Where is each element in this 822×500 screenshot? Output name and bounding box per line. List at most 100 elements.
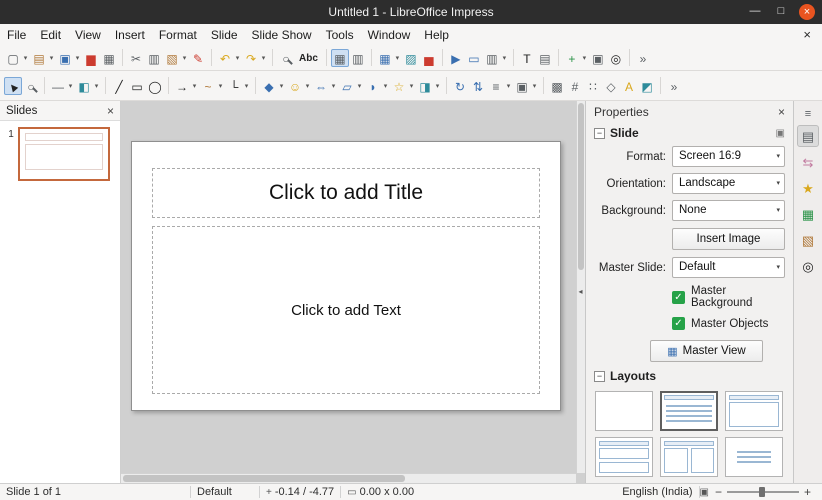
display-views-icon[interactable]: ▥	[483, 49, 501, 67]
new-document-dropdown-icon[interactable]: ▾	[21, 54, 30, 62]
curve-dropdown-icon[interactable]: ▾	[216, 82, 225, 90]
redo-dropdown-icon[interactable]: ▾	[259, 54, 268, 62]
toggle-extrusion-icon[interactable]: ◩	[638, 77, 656, 95]
navigator-deck-icon[interactable]: ◎	[797, 255, 819, 277]
glue-points-icon[interactable]: ◇	[602, 77, 620, 95]
text-placeholder[interactable]: Click to add Text	[152, 226, 540, 394]
insert-image-icon[interactable]: ▨	[402, 49, 420, 67]
connector-dropdown-icon[interactable]: ▾	[242, 82, 251, 90]
display-grid-icon[interactable]: ▦	[331, 49, 349, 67]
menu-edit[interactable]: Edit	[33, 25, 68, 45]
sidebar-collapse-icon[interactable]: ◂	[576, 281, 585, 303]
navigator-icon[interactable]: ◎	[607, 49, 625, 67]
undo-icon[interactable]: ↶	[216, 49, 234, 67]
new-document-icon[interactable]: ▢	[4, 49, 22, 67]
insert-image-button[interactable]: Insert Image	[672, 228, 785, 250]
zoom-slider[interactable]	[727, 491, 799, 493]
align-objects-icon[interactable]: ≡	[487, 77, 505, 95]
insert-chart-icon[interactable]: ▅	[420, 49, 438, 67]
slide-dialog-launcher-icon[interactable]: ▣	[776, 128, 785, 139]
clone-formatting-icon[interactable]: ✎	[189, 49, 207, 67]
menu-format[interactable]: Format	[152, 25, 204, 45]
redo-icon[interactable]: ↷	[242, 49, 260, 67]
language-status[interactable]: English (India)	[616, 486, 698, 498]
toolbar-overflow-icon[interactable]: »	[634, 49, 652, 67]
slide-properties-icon[interactable]: ▣	[589, 49, 607, 67]
menu-slide[interactable]: Slide	[204, 25, 245, 45]
flowchart-shapes-icon[interactable]: ▱	[338, 77, 356, 95]
insert-table-dropdown-icon[interactable]: ▾	[393, 54, 402, 62]
animation-deck-icon[interactable]: ★	[797, 177, 819, 199]
presentation-display-icon[interactable]: ▭	[465, 49, 483, 67]
background-select[interactable]: None▾	[672, 200, 785, 221]
layouts-section-expander-icon[interactable]: −	[594, 371, 605, 382]
export-pdf-icon[interactable]: ▆	[82, 49, 100, 67]
minimize-button-icon[interactable]: —	[747, 4, 763, 20]
rectangle-tool-icon[interactable]: ▭	[128, 77, 146, 95]
layout-title-content-box[interactable]	[725, 391, 783, 431]
layout-title-two-content[interactable]	[660, 437, 718, 477]
open-icon[interactable]: ▤	[30, 49, 48, 67]
header-footer-icon[interactable]: ▤	[536, 49, 554, 67]
menu-file[interactable]: File	[0, 25, 33, 45]
edit-points-icon[interactable]: ∷	[584, 77, 602, 95]
menu-window[interactable]: Window	[361, 25, 418, 45]
fontwork-icon[interactable]: A	[620, 77, 638, 95]
menu-insert[interactable]: Insert	[108, 25, 152, 45]
star-shapes-icon[interactable]: ☆	[390, 77, 408, 95]
properties-close-icon[interactable]: ×	[778, 105, 785, 119]
orientation-select[interactable]: Landscape▾	[672, 173, 785, 194]
slide-transition-deck-icon[interactable]: ⇆	[797, 151, 819, 173]
master-slide-status[interactable]: Default	[191, 486, 259, 498]
open-dropdown-icon[interactable]: ▾	[47, 54, 56, 62]
curve-tool-icon[interactable]: ~	[199, 77, 217, 95]
zoom-in-icon[interactable]: +	[801, 485, 814, 499]
undo-dropdown-icon[interactable]: ▾	[233, 54, 242, 62]
callout-shapes-icon[interactable]: ◗	[364, 77, 382, 95]
menu-slide-show[interactable]: Slide Show	[245, 25, 319, 45]
vertical-scrollbar-thumb[interactable]	[578, 103, 584, 270]
master-slides-deck-icon[interactable]: ▦	[797, 203, 819, 225]
cut-icon[interactable]: ✂	[127, 49, 145, 67]
lines-arrows-icon[interactable]: →	[173, 77, 191, 95]
3d-objects-icon[interactable]: ◨	[416, 77, 434, 95]
connector-tool-icon[interactable]: └	[225, 77, 243, 95]
fill-color-dropdown-icon[interactable]: ▾	[92, 82, 101, 90]
sidebar-settings-icon[interactable]: ≡	[797, 105, 819, 121]
copy-icon[interactable]: ▥	[145, 49, 163, 67]
find-replace-icon[interactable]: ○	[277, 49, 295, 67]
zoom-slider-thumb[interactable]	[759, 487, 765, 497]
print-icon[interactable]: ▦	[100, 49, 118, 67]
insert-text-box-icon[interactable]: T	[518, 49, 536, 67]
layout-two-content-rows[interactable]	[595, 437, 653, 477]
menu-view[interactable]: View	[68, 25, 108, 45]
display-views-dropdown-icon[interactable]: ▾	[500, 54, 509, 62]
layout-title-content[interactable]	[660, 391, 718, 431]
spelling-icon[interactable]: Abc	[295, 49, 322, 67]
new-slide-icon[interactable]: +	[563, 49, 581, 67]
master-objects-checkbox[interactable]: ✓	[672, 317, 685, 330]
symbol-shapes-dropdown-icon[interactable]: ▾	[303, 82, 312, 90]
flip-tool-icon[interactable]: ⇅	[469, 77, 487, 95]
basic-shapes-dropdown-icon[interactable]: ▾	[277, 82, 286, 90]
insert-line-icon[interactable]: ╱	[110, 77, 128, 95]
snap-guides-icon[interactable]: ▥	[349, 49, 367, 67]
slide-thumbnail[interactable]	[18, 127, 110, 181]
slide-section-header[interactable]: − Slide ▣	[586, 123, 793, 143]
gallery-deck-icon[interactable]: ▧	[797, 229, 819, 251]
layouts-section-header[interactable]: − Layouts	[586, 366, 793, 386]
stars-dropdown-icon[interactable]: ▾	[407, 82, 416, 90]
fit-slide-icon[interactable]: ▣	[700, 487, 709, 498]
shadow-icon[interactable]: ▩	[548, 77, 566, 95]
save-icon[interactable]: ▣	[56, 49, 74, 67]
title-placeholder[interactable]: Click to add Title	[152, 168, 540, 218]
layout-centered-text[interactable]	[725, 437, 783, 477]
horizontal-scrollbar-thumb[interactable]	[123, 475, 405, 482]
line-style-icon[interactable]: —	[49, 77, 67, 95]
insert-table-icon[interactable]: ▦	[376, 49, 394, 67]
zoom-out-icon[interactable]: −	[712, 485, 725, 499]
rotate-tool-icon[interactable]: ↻	[451, 77, 469, 95]
basic-shapes-icon[interactable]: ◆	[260, 77, 278, 95]
toolbar-overflow-icon[interactable]: »	[665, 77, 683, 95]
ellipse-tool-icon[interactable]: ◯	[146, 77, 164, 95]
